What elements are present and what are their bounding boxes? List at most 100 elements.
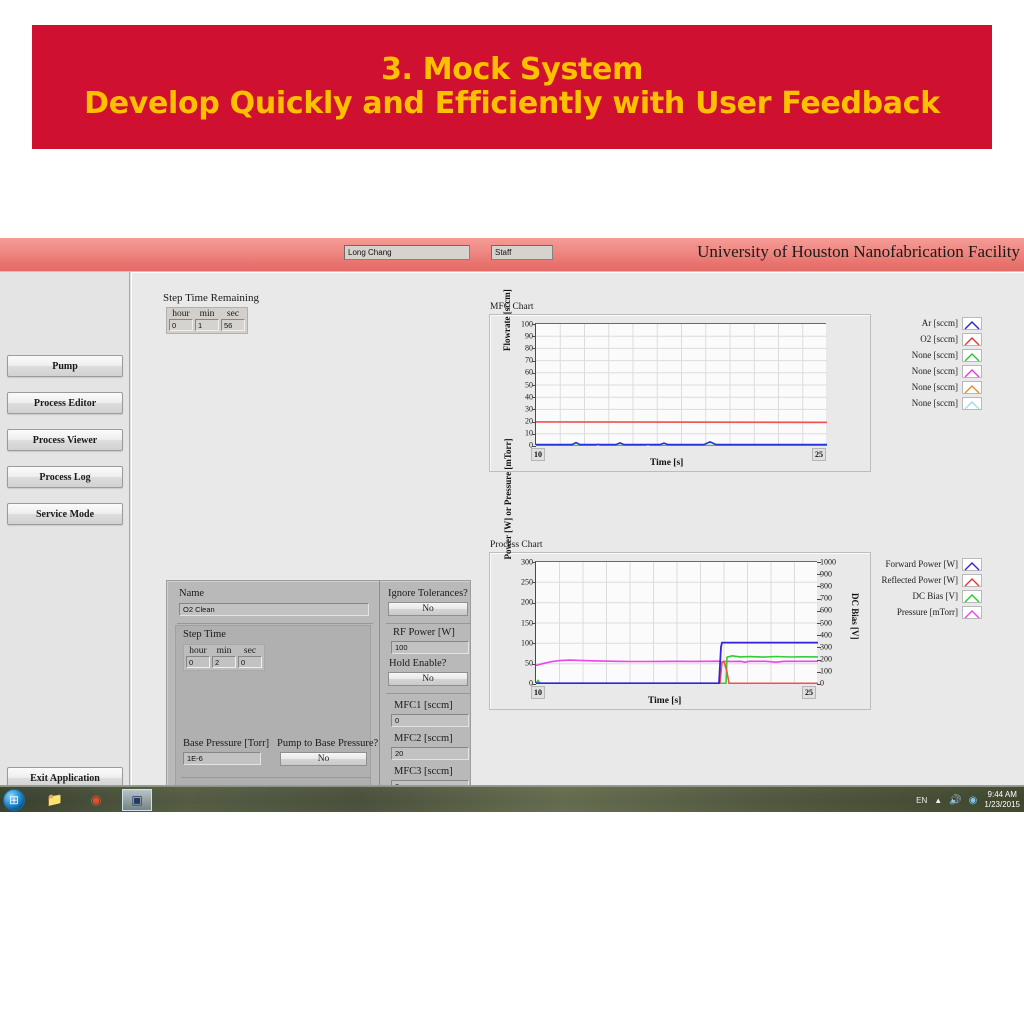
mfc-legend-swatch-4: [962, 380, 982, 394]
base-pressure-label: Base Pressure [Torr]: [183, 738, 270, 749]
mfc-legend-label-2: None [sccm]: [911, 350, 958, 360]
mfc-legend-item-4[interactable]: None [sccm]: [878, 380, 982, 394]
sec-label: sec: [226, 309, 240, 319]
sidebar-item-pump[interactable]: Pump: [7, 355, 123, 377]
name-label: Name: [179, 588, 205, 599]
proc-y2tick-700: 700: [820, 593, 832, 603]
language-indicator[interactable]: EN: [916, 796, 927, 805]
divider-2: [181, 777, 371, 778]
mfc-legend-swatch-2: [962, 348, 982, 362]
step-time-group: hour min sec 0 2 0: [183, 644, 265, 671]
process-x-axis-title: Time [s]: [648, 696, 682, 706]
step-time-remaining-label: Step Time Remaining: [163, 292, 259, 304]
step-remaining-min-field[interactable]: 1: [195, 319, 219, 331]
mfc-y-axis-title: Flowrate [sccm]: [502, 289, 512, 351]
hold-enable-toggle[interactable]: No: [388, 672, 468, 686]
ignore-tolerances-toggle[interactable]: No: [388, 602, 468, 616]
explorer-icon[interactable]: 📁: [45, 790, 65, 810]
mfc-legend-label-3: None [sccm]: [911, 366, 958, 376]
hold-enable-label: Hold Enable?: [389, 658, 447, 669]
mfc-legend-item-1[interactable]: O2 [sccm]: [878, 332, 982, 346]
sidebar-item-process-viewer[interactable]: Process Viewer: [7, 429, 123, 451]
proc-y2tick-400: 400: [820, 630, 832, 640]
step-time-sec-field[interactable]: 0: [238, 656, 262, 668]
mfc-legend-swatch-0: [962, 316, 982, 330]
rf-power-field[interactable]: 100: [391, 641, 469, 654]
action-center-icon[interactable]: ◉: [969, 795, 978, 806]
step-sec-label: sec: [243, 646, 257, 656]
mfc-legend-label-0: Ar [sccm]: [921, 318, 958, 328]
process-legend-label-2: DC Bias [V]: [912, 591, 959, 601]
base-pressure-field[interactable]: 1E-6: [183, 752, 261, 765]
mfc2-field[interactable]: 20: [391, 747, 469, 760]
proc-y2tick-500: 500: [820, 618, 832, 627]
pump-to-base-toggle[interactable]: No: [280, 752, 367, 766]
process-legend-item-3[interactable]: Pressure [mTorr]: [868, 605, 982, 619]
mfc-chart-frame: 100 90 80 70 60 50 40 30 20 10 0 10 25 F…: [489, 289, 871, 472]
mfc-xtick-min: 10: [531, 448, 545, 461]
proc-y2tick-600: 600: [820, 605, 832, 615]
volume-muted-icon[interactable]: 🔊: [949, 795, 961, 806]
mfc-x-axis-title: Time [s]: [650, 458, 684, 468]
process-y2-axis-title: DC Bias [V]: [850, 593, 860, 640]
mfc-legend-item-5[interactable]: None [sccm]: [878, 396, 982, 410]
sidebar-item-process-log[interactable]: Process Log: [7, 466, 123, 488]
mfc1-label: MFC1 [sccm]: [394, 700, 453, 711]
proc-xtick-max: 25: [802, 686, 816, 699]
sidebar-item-process-editor[interactable]: Process Editor: [7, 392, 123, 414]
mfc-legend-item-3[interactable]: None [sccm]: [878, 364, 982, 378]
mfc-legend-label-1: O2 [sccm]: [920, 334, 958, 344]
pump-to-base-label: Pump to Base Pressure?: [277, 738, 379, 749]
process-legend-item-0[interactable]: Forward Power [W]: [868, 557, 982, 571]
taskbar-background: [0, 787, 1024, 812]
user-role-field[interactable]: Staff: [491, 245, 553, 260]
process-legend-label-3: Pressure [mTorr]: [896, 607, 958, 617]
process-legend-item-2[interactable]: DC Bias [V]: [868, 589, 982, 603]
clock-date: 1/23/2015: [984, 800, 1020, 809]
mfc1-field[interactable]: 0: [391, 714, 469, 727]
mfc-legend-item-2[interactable]: None [sccm]: [878, 348, 982, 362]
proc-y2tick-100: 100: [820, 666, 832, 676]
step-time-hour-field[interactable]: 0: [186, 656, 210, 668]
divider-1: [177, 623, 373, 624]
chrome-icon[interactable]: ◉: [86, 790, 106, 810]
ignore-tolerances-label: Ignore Tolerances?: [388, 588, 468, 599]
mfc-plot-area: 100 90 80 70 60 50 40 30 20 10 0 10 25: [521, 320, 827, 461]
process-name-field[interactable]: O2 Clean: [179, 603, 369, 616]
proc-xtick-min: 10: [531, 686, 545, 699]
proc-y2tick-0: 0: [820, 678, 824, 688]
slide-title-line-2: Develop Quickly and Efficiently with Use…: [84, 86, 940, 121]
process-legend-swatch-2: [962, 589, 982, 603]
proc-y2tick-800: 800: [820, 581, 832, 591]
process-parameters-panel: Name O2 Clean Step Time hour min sec 0 2…: [166, 580, 471, 785]
clock[interactable]: 9:44 AM 1/23/2015: [984, 790, 1020, 810]
show-hidden-icons-chevron-up-icon[interactable]: ▲: [934, 796, 942, 805]
mfc-series-traces: [536, 421, 827, 446]
divider-3: [386, 623, 470, 624]
step-time-min-field[interactable]: 2: [212, 656, 236, 668]
windows-taskbar: ⊞ 📁 ◉ ▣ EN ▲ 🔊 ◉ 9:44 AM 1/23/2015: [0, 786, 1024, 812]
process-chart-frame: 300 250 200 150 100 50 0 1000 900 800 70…: [489, 439, 871, 710]
process-legend-swatch-0: [962, 557, 982, 571]
app-header-bar: Long Chang Staff University of Houston N…: [0, 238, 1024, 272]
hour-label: hour: [172, 309, 190, 319]
mfc-legend-item-0[interactable]: Ar [sccm]: [878, 316, 982, 330]
exit-application-button[interactable]: Exit Application: [7, 767, 123, 785]
process-legend-label-0: Forward Power [W]: [885, 559, 958, 569]
step-remaining-sec-field[interactable]: 56: [221, 319, 245, 331]
start-button-icon[interactable]: ⊞: [3, 789, 25, 811]
step-hour-label: hour: [189, 646, 207, 656]
min-label: min: [199, 309, 215, 319]
logged-in-user-field[interactable]: Long Chang: [344, 245, 470, 260]
process-plot-area: 300 250 200 150 100 50 0 1000 900 800 70…: [521, 558, 836, 699]
facility-title: University of Houston Nanofabrication Fa…: [697, 242, 1020, 261]
sidebar-item-service-mode[interactable]: Service Mode: [7, 503, 123, 525]
process-legend-item-1[interactable]: Reflected Power [W]: [868, 573, 982, 587]
process-legend-swatch-1: [962, 573, 982, 587]
step-remaining-hour-field[interactable]: 0: [169, 319, 193, 331]
mfc-legend-swatch-1: [962, 332, 982, 346]
labview-application-window: Long Chang Staff University of Houston N…: [0, 238, 1024, 786]
step-time-label: Step Time: [183, 629, 226, 640]
process-series-traces: [536, 641, 818, 684]
labview-taskbar-button[interactable]: ▣: [122, 789, 152, 811]
